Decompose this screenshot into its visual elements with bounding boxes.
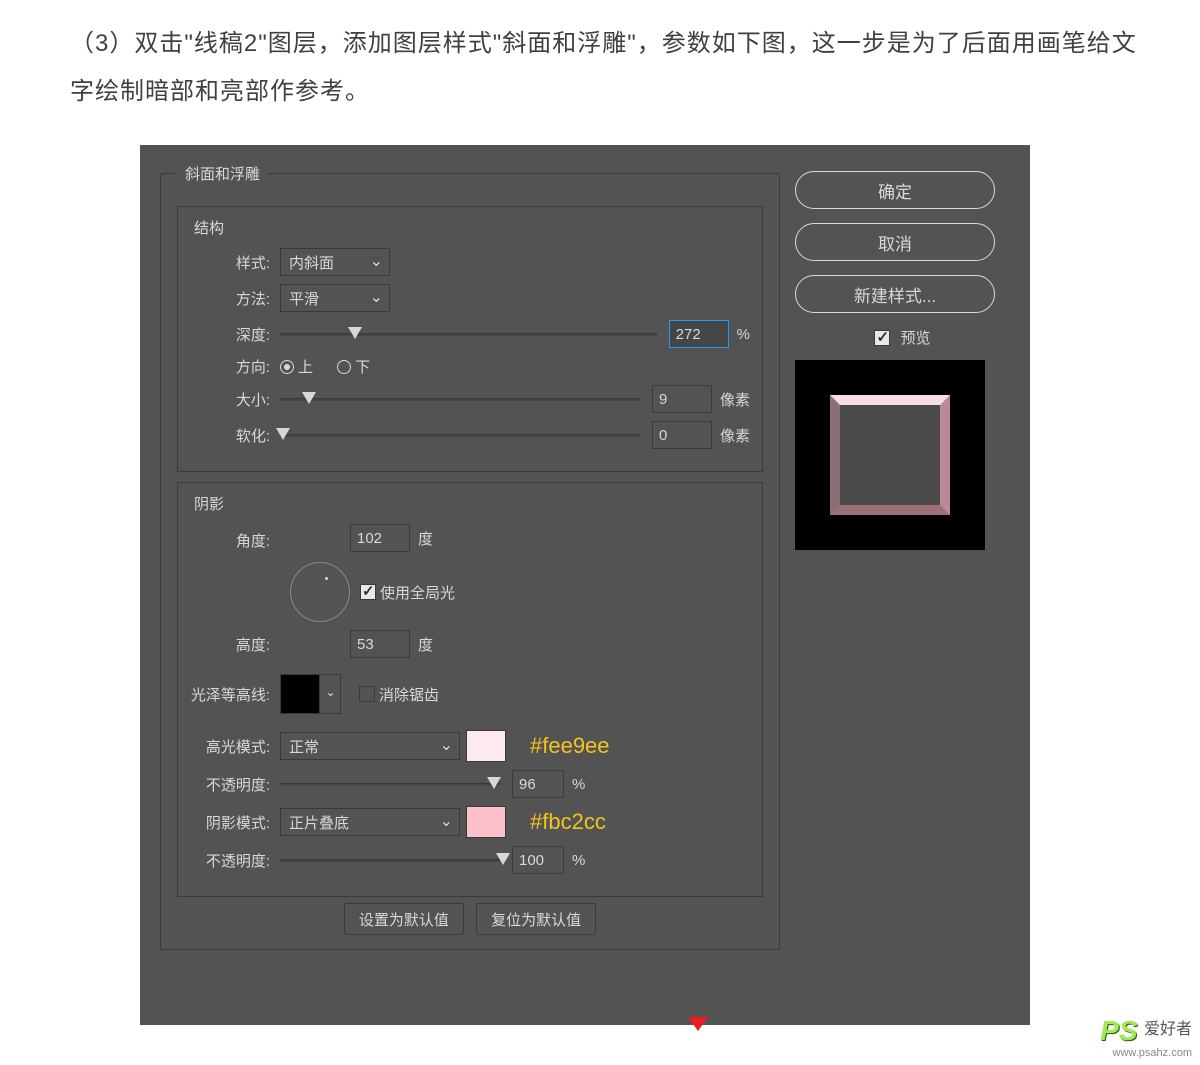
reset-default-button[interactable]: 复位为默认值	[476, 903, 596, 935]
angle-wheel[interactable]	[290, 562, 350, 622]
shadow-opacity-input[interactable]	[512, 846, 564, 874]
angle-unit: 度	[418, 528, 433, 549]
structure-title: 结构	[190, 217, 750, 238]
antialias-label: 消除锯齿	[379, 684, 439, 705]
global-light-checkbox[interactable]	[360, 584, 376, 600]
highlight-mode-dropdown[interactable]: 正常	[280, 732, 460, 760]
altitude-unit: 度	[418, 634, 433, 655]
cancel-button[interactable]: 取消	[795, 223, 995, 261]
soften-unit: 像素	[720, 425, 750, 446]
highlight-color-annotation: #fee9ee	[530, 733, 610, 759]
watermark: PS 爱好者 www.psahz.com	[1100, 1015, 1192, 1059]
antialias-checkbox[interactable]	[359, 686, 375, 702]
highlight-mode-label: 高光模式:	[190, 736, 280, 757]
preview-bevel-sample	[830, 395, 950, 515]
new-style-button[interactable]: 新建样式...	[795, 275, 995, 313]
technique-dropdown[interactable]: 平滑	[280, 284, 390, 312]
highlight-opacity-unit: %	[572, 776, 585, 793]
style-label: 样式:	[190, 252, 280, 273]
arrow-down-icon	[688, 1017, 708, 1031]
shading-title: 阴影	[190, 493, 750, 514]
make-default-button[interactable]: 设置为默认值	[344, 903, 464, 935]
gloss-contour-dropdown[interactable]	[321, 674, 341, 714]
depth-label: 深度:	[190, 324, 280, 345]
highlight-color-swatch[interactable]	[466, 730, 506, 762]
direction-down-label: 下	[355, 356, 370, 377]
size-label: 大小:	[190, 389, 280, 410]
preview-label: 预览	[900, 327, 930, 348]
highlight-opacity-slider[interactable]	[280, 774, 500, 794]
depth-unit: %	[737, 326, 750, 343]
watermark-logo: PS	[1100, 1015, 1137, 1047]
technique-label: 方法:	[190, 288, 280, 309]
direction-up-label: 上	[298, 356, 313, 377]
preview-area	[795, 360, 985, 550]
shadow-color-annotation: #fbc2cc	[530, 809, 606, 835]
direction-up-radio[interactable]	[280, 360, 294, 374]
size-slider[interactable]	[280, 389, 640, 409]
angle-input[interactable]	[350, 524, 410, 552]
preview-checkbox[interactable]	[874, 330, 890, 346]
size-input[interactable]	[652, 385, 712, 413]
watermark-cn: 爱好者	[1144, 1021, 1192, 1038]
angle-label: 角度:	[190, 524, 280, 551]
tutorial-paragraph: （3）双击"线稿2"图层，添加图层样式"斜面和浮雕"，参数如下图，这一步是为了后…	[0, 0, 1200, 146]
soften-input[interactable]	[652, 421, 712, 449]
direction-label: 方向:	[190, 356, 280, 377]
size-unit: 像素	[720, 389, 750, 410]
shadow-opacity-slider[interactable]	[280, 850, 500, 870]
shadow-opacity-label: 不透明度:	[190, 850, 280, 871]
soften-label: 软化:	[190, 425, 280, 446]
watermark-url: www.psahz.com	[1100, 1047, 1192, 1059]
altitude-label: 高度:	[190, 634, 280, 655]
direction-down-radio[interactable]	[337, 360, 351, 374]
shadow-color-swatch[interactable]	[466, 806, 506, 838]
soften-slider[interactable]	[280, 425, 640, 445]
style-dropdown[interactable]: 内斜面	[280, 248, 390, 276]
depth-input[interactable]	[669, 320, 729, 348]
shadow-opacity-unit: %	[572, 852, 585, 869]
gloss-contour-picker[interactable]	[280, 674, 320, 714]
global-light-label: 使用全局光	[380, 582, 455, 603]
layer-style-dialog: 斜面和浮雕 结构 样式: 内斜面 方法: 平滑 深度: %	[140, 145, 1030, 1025]
shadow-mode-label: 阴影模式:	[190, 812, 280, 833]
ok-button[interactable]: 确定	[795, 171, 995, 209]
gloss-contour-label: 光泽等高线:	[190, 684, 280, 705]
fieldset-title: 斜面和浮雕	[177, 163, 268, 184]
shadow-mode-dropdown[interactable]: 正片叠底	[280, 808, 460, 836]
altitude-input[interactable]	[350, 630, 410, 658]
bevel-emboss-fieldset: 斜面和浮雕 结构 样式: 内斜面 方法: 平滑 深度: %	[160, 163, 780, 950]
shading-group: 阴影 角度: 度 使用全局光	[177, 482, 763, 897]
highlight-opacity-label: 不透明度:	[190, 774, 280, 795]
highlight-opacity-input[interactable]	[512, 770, 564, 798]
depth-slider[interactable]	[280, 324, 657, 344]
structure-group: 结构 样式: 内斜面 方法: 平滑 深度: % 方向:	[177, 206, 763, 472]
